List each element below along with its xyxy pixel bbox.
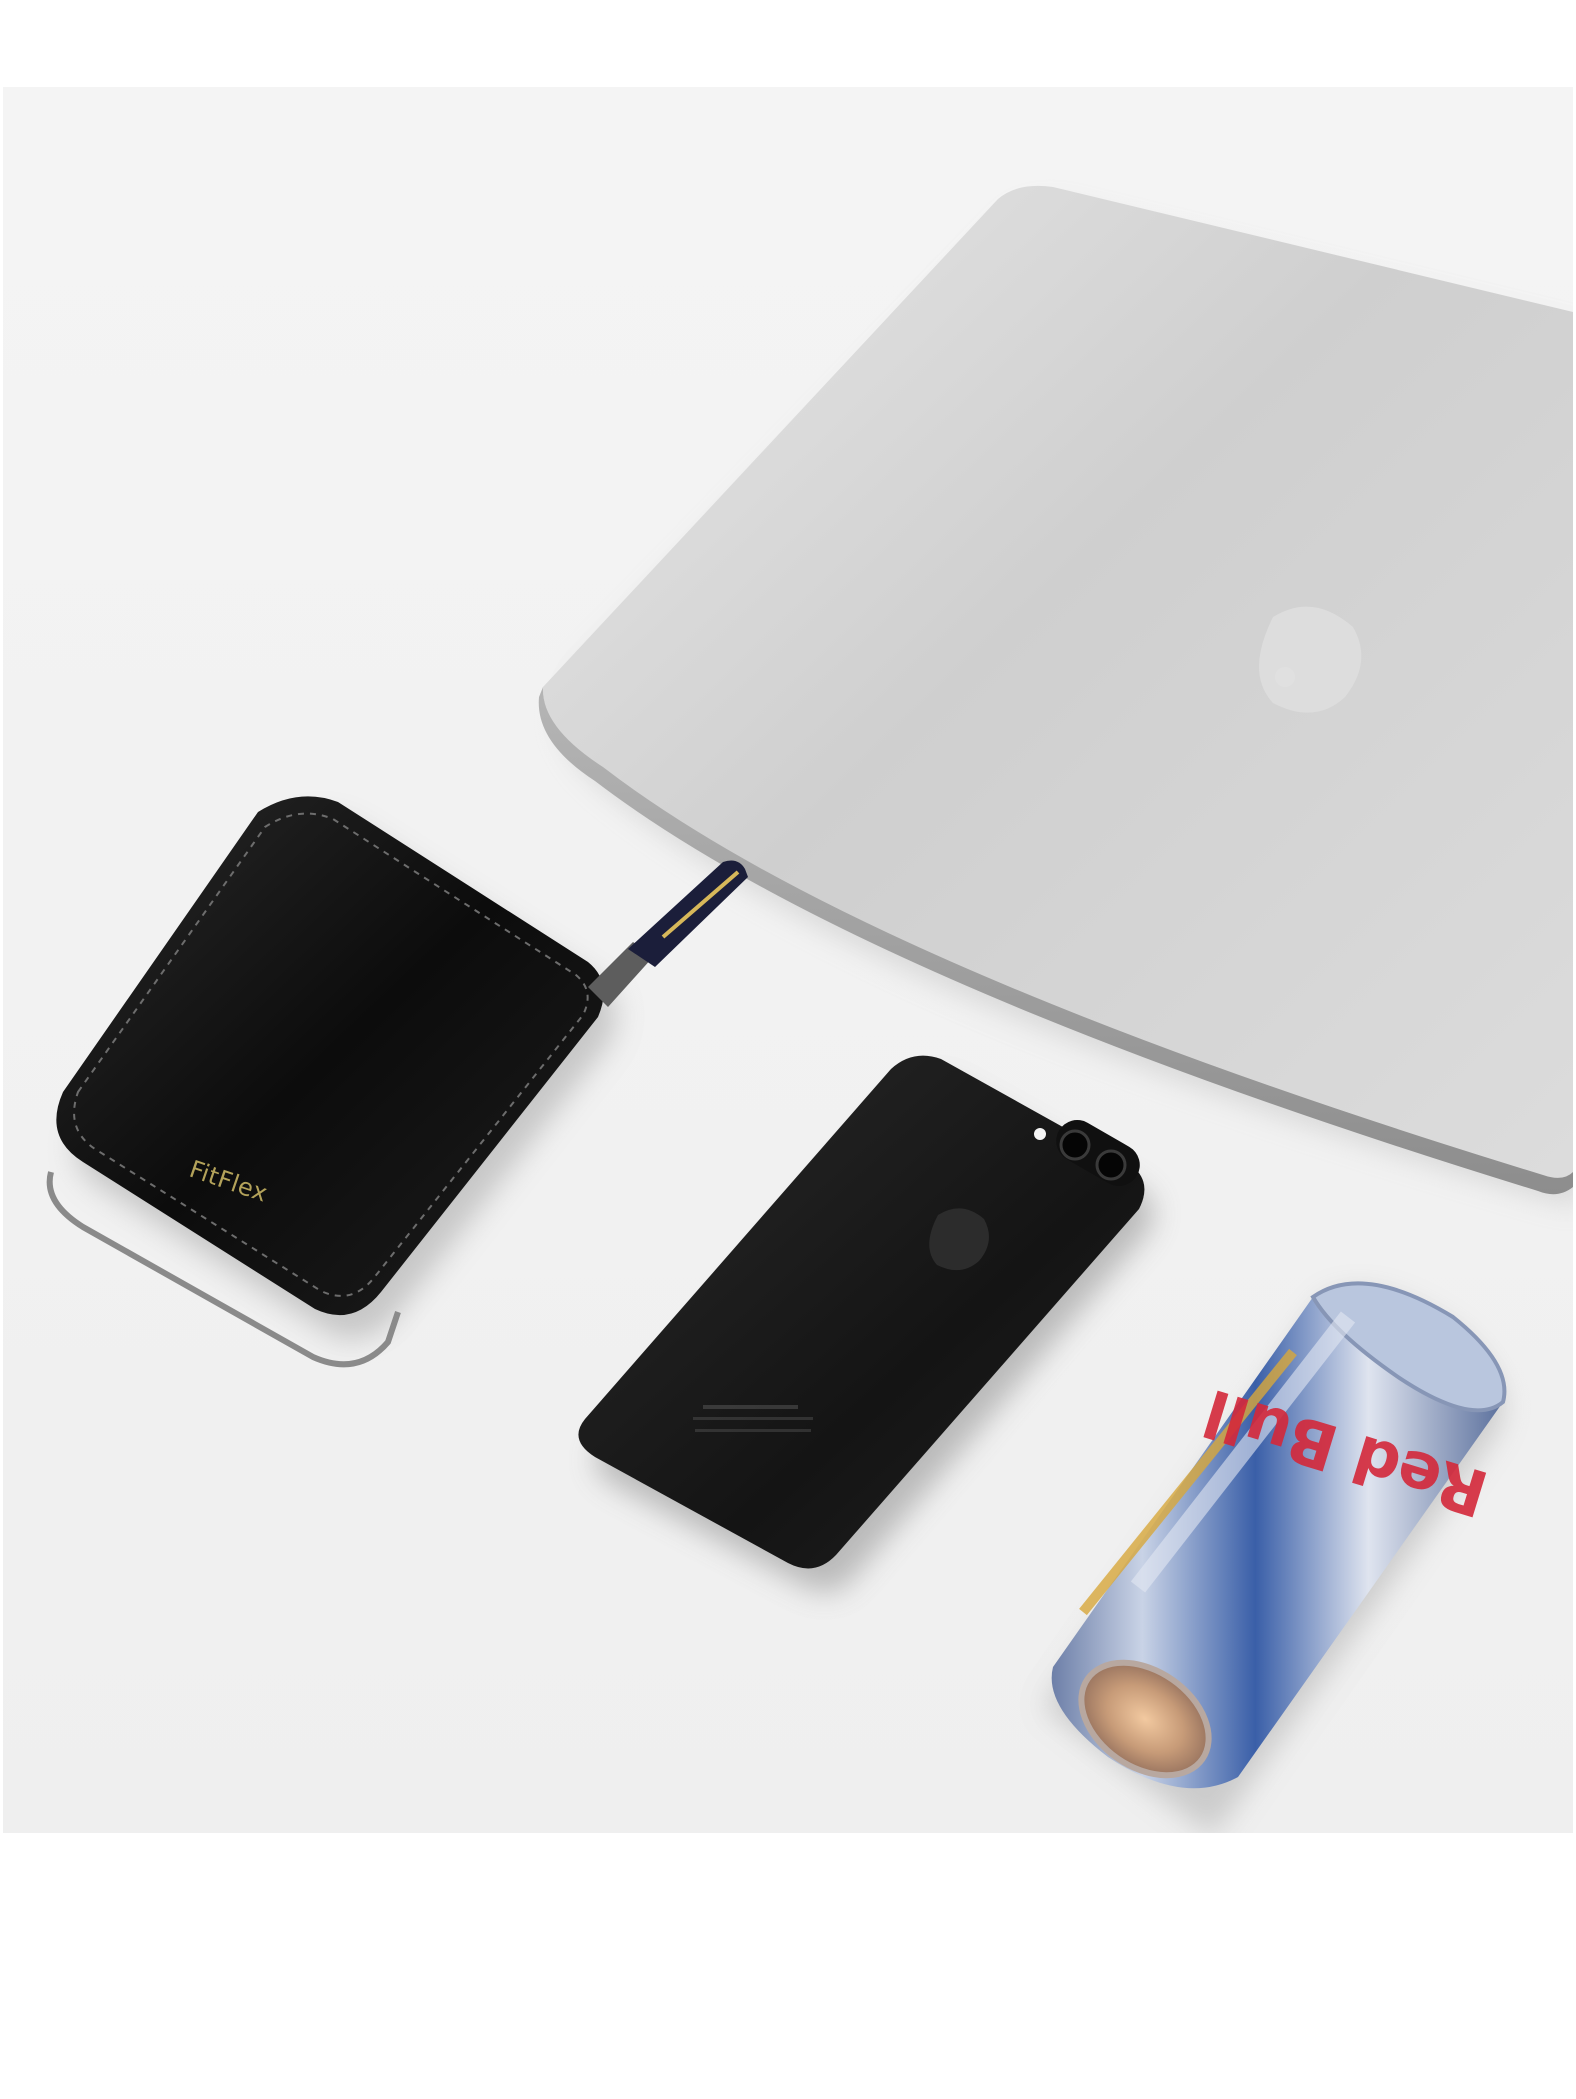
- photo-scene: [46, 185, 1573, 1833]
- zipper-pull: [588, 860, 748, 1007]
- wallet: [46, 796, 748, 1368]
- smartphone: [578, 1055, 1154, 1593]
- drink-can: [1043, 1281, 1507, 1833]
- product-photo: FitFlex Red Bull: [3, 87, 1573, 1833]
- laptop: [538, 185, 1573, 1204]
